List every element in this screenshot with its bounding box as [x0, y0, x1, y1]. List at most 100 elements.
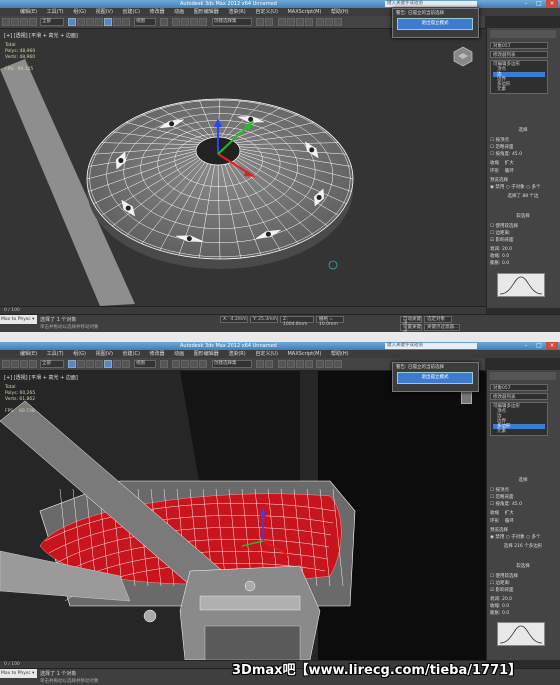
mirror-icon[interactable]	[256, 360, 264, 368]
ignore-backfacing-checkbox[interactable]: ☐ 忽略背面	[490, 495, 556, 501]
menu-modifiers[interactable]: 修改器	[150, 9, 165, 15]
link-icon[interactable]	[20, 360, 28, 368]
render-icon[interactable]	[334, 360, 342, 368]
soft-selection-rollout-title[interactable]: 软选择	[490, 564, 556, 570]
maxscript-listener[interactable]: Max to Physc ▾	[0, 669, 37, 678]
preview-disabled-radio[interactable]: 禁用	[495, 535, 504, 540]
pinch-spinner[interactable]: 0.0	[502, 254, 509, 259]
menu-rendering[interactable]: 渲染(R)	[228, 9, 245, 15]
modifier-list-dropdown[interactable]: 修改器列表	[490, 393, 548, 400]
schematic-icon[interactable]	[296, 18, 304, 26]
viewport-label[interactable]: [+] [透视] [平滑 + 高光 + 边面]	[4, 32, 78, 39]
use-soft-selection-checkbox[interactable]: ☐ 使用软选择	[490, 574, 556, 580]
render-setup-icon[interactable]	[316, 360, 324, 368]
time-slider[interactable]: 0 / 100	[0, 306, 486, 314]
by-vertex-checkbox[interactable]: ☐ 按顶点	[490, 488, 556, 494]
render-setup-icon[interactable]	[316, 18, 324, 26]
y-coordinate-field[interactable]: Y: 25.3mm	[250, 316, 278, 323]
menu-help[interactable]: 帮助(H)	[331, 351, 349, 357]
preview-subobject-radio[interactable]: 子对象	[511, 185, 525, 190]
menu-animation[interactable]: 动画	[174, 9, 184, 15]
setkey-button[interactable]: 设置关键点	[400, 324, 422, 332]
menu-graph-editors[interactable]: 图形编辑器	[194, 9, 219, 15]
move-icon[interactable]	[104, 360, 112, 368]
menu-rendering[interactable]: 渲染(R)	[228, 351, 245, 357]
edge-distance-checkbox[interactable]: ☐ 边距离:	[490, 581, 556, 587]
falloff-spinner[interactable]: 20.0	[502, 597, 512, 602]
menu-edit[interactable]: 编辑(E)	[20, 9, 37, 15]
window-crossing-icon[interactable]	[95, 18, 103, 26]
material-editor-icon[interactable]	[305, 360, 313, 368]
grow-button[interactable]: 扩大	[505, 511, 514, 516]
pinch-spinner[interactable]: 0.0	[502, 604, 509, 609]
soft-selection-rollout-title[interactable]: 软选择	[490, 214, 556, 220]
scale-icon[interactable]	[122, 18, 130, 26]
menu-maxscript[interactable]: MAXScript(M)	[287, 351, 321, 357]
bubble-spinner[interactable]: 0.0	[502, 611, 509, 616]
ring-button[interactable]: 环形	[490, 169, 499, 174]
reference-coord-dropdown[interactable]: 视图	[134, 360, 156, 368]
rect-selection-icon[interactable]	[86, 18, 94, 26]
select-object-icon[interactable]	[68, 18, 76, 26]
maximize-icon[interactable]: □	[533, 342, 545, 350]
preview-disabled-radio[interactable]: 禁用	[495, 185, 504, 190]
x-coordinate-field[interactable]: X: -4.2mm	[220, 316, 248, 323]
exit-isolation-button[interactable]: 退出孤立模式	[397, 372, 473, 384]
menu-tools[interactable]: 工具(T)	[47, 9, 64, 15]
preview-multi-radio[interactable]: 多个	[531, 535, 540, 540]
menu-modifiers[interactable]: 修改器	[150, 351, 165, 357]
menu-create[interactable]: 创建(C)	[123, 351, 140, 357]
object-name-field[interactable]: 对象057	[490, 384, 548, 391]
shrink-button[interactable]: 收缩	[490, 161, 499, 166]
angle-value[interactable]: 45.0	[512, 502, 522, 507]
menu-views[interactable]: 视图(V)	[96, 351, 113, 357]
autokey-button[interactable]: 自动关键点	[400, 316, 422, 327]
window-crossing-icon[interactable]	[95, 360, 103, 368]
selection-rollout-title[interactable]: 选择	[490, 478, 556, 484]
menu-graph-editors[interactable]: 图形编辑器	[194, 351, 219, 357]
preview-subobject-radio[interactable]: 子对象	[511, 535, 525, 540]
layer-icon[interactable]	[278, 360, 286, 368]
viewport-label[interactable]: [+] [透视] [平滑 + 高光 + 边面]	[4, 374, 78, 381]
search-input[interactable]: 键入关键字或短语	[385, 1, 477, 7]
maxscript-listener[interactable]: Max to Physc ▾	[0, 315, 37, 324]
align-icon[interactable]	[265, 360, 273, 368]
material-editor-icon[interactable]	[305, 18, 313, 26]
grow-button[interactable]: 扩大	[505, 161, 514, 166]
affect-backfacing-checkbox[interactable]: ☑ 影响背面	[490, 238, 556, 244]
falloff-spinner[interactable]: 20.0	[502, 247, 512, 252]
undo-icon[interactable]	[2, 360, 10, 368]
angle-snap-icon[interactable]	[181, 360, 189, 368]
spinner-snap-icon[interactable]	[199, 360, 207, 368]
by-vertex-checkbox[interactable]: ☐ 按顶点	[490, 138, 556, 144]
link-icon[interactable]	[20, 18, 28, 26]
key-filters-button[interactable]: 关键点过滤器...	[424, 324, 460, 331]
menu-customize[interactable]: 自定义(U)	[255, 351, 278, 357]
pivot-icon[interactable]	[160, 18, 168, 26]
percent-snap-icon[interactable]	[190, 360, 198, 368]
rotate-icon[interactable]	[113, 18, 121, 26]
viewcube-icon[interactable]	[461, 390, 472, 404]
menu-customize[interactable]: 自定义(U)	[255, 9, 278, 15]
minimize-icon[interactable]: –	[520, 0, 532, 8]
undo-icon[interactable]	[2, 18, 10, 26]
schematic-icon[interactable]	[296, 360, 304, 368]
by-angle-checkbox[interactable]: ☐ 按角度: 45.0	[490, 502, 556, 508]
close-icon[interactable]: ×	[546, 342, 558, 350]
panel-tabs[interactable]	[490, 30, 556, 38]
snap-icon[interactable]	[172, 18, 180, 26]
loop-button[interactable]: 循环	[505, 169, 514, 174]
preview-multi-radio[interactable]: 多个	[531, 185, 540, 190]
shrink-button[interactable]: 收缩	[490, 511, 499, 516]
maximize-icon[interactable]: □	[533, 0, 545, 8]
menu-views[interactable]: 视图(V)	[96, 9, 113, 15]
exit-isolation-button[interactable]: 退出孤立模式	[397, 18, 473, 30]
reference-coord-dropdown[interactable]: 视图	[134, 18, 156, 26]
render-frame-icon[interactable]	[325, 360, 333, 368]
use-soft-selection-checkbox[interactable]: ☐ 使用软选择	[490, 224, 556, 230]
bubble-spinner[interactable]: 0.0	[502, 261, 509, 266]
curve-editor-icon[interactable]	[287, 360, 295, 368]
select-by-name-icon[interactable]	[77, 18, 85, 26]
search-input[interactable]: 键入关键字或短语	[385, 343, 477, 349]
ring-button[interactable]: 环形	[490, 519, 499, 524]
